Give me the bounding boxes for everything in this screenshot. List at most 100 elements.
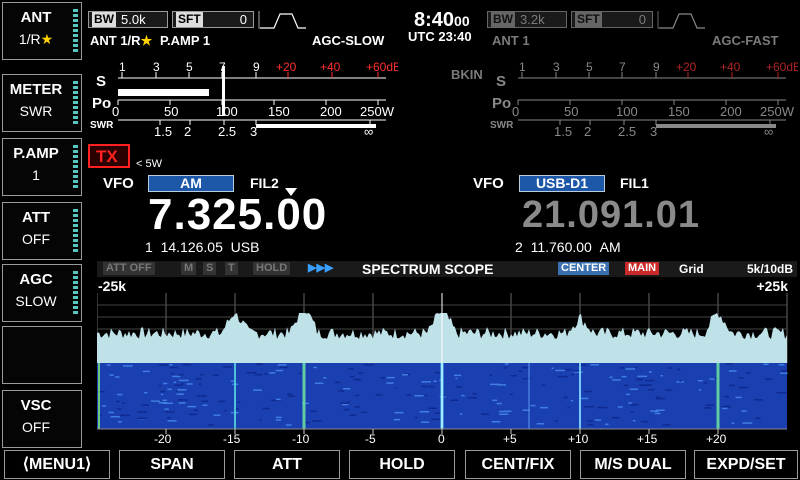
swr-tick-label: 1.5	[554, 124, 572, 139]
key-indicator-strip	[73, 209, 78, 253]
side-key-agc[interactable]: AGC SLOW	[2, 264, 82, 322]
waterfall-speck	[577, 364, 587, 366]
bottom-key-cent-fix[interactable]: CENT/FIX	[465, 450, 571, 479]
waterfall-speck	[167, 388, 172, 391]
waterfall-speck	[343, 388, 351, 390]
waterfall-speck	[253, 389, 262, 391]
side-key-pamp[interactable]: P.AMP 1	[2, 138, 82, 196]
waterfall-speck	[570, 399, 574, 402]
waterfall-speck	[262, 407, 270, 410]
waterfall-speck	[141, 404, 150, 406]
side-key-vsc[interactable]: VSC OFF	[2, 390, 82, 448]
waterfall-speck	[402, 374, 408, 376]
po-tick-label: 250W	[360, 104, 395, 119]
waterfall-speck	[630, 411, 634, 413]
waterfall-speck	[313, 366, 317, 369]
waterfall-speck	[489, 374, 493, 376]
bottom-key-att[interactable]: ATT	[234, 450, 340, 479]
spectrum-scope[interactable]: -20 -15 -10 -5 0 +5 +10 +15 +20	[97, 293, 797, 445]
main-agc-label: AGC-SLOW	[312, 33, 385, 48]
waterfall-speck	[510, 393, 513, 396]
waterfall-speck	[656, 396, 660, 398]
side-key-meter[interactable]: METER SWR	[2, 74, 82, 132]
po-meter-label: Po	[492, 95, 511, 112]
waterfall-speck	[637, 375, 648, 378]
waterfall-speck	[706, 404, 714, 406]
main-bw-box: BW 5.0k	[88, 11, 168, 28]
side-key-ant[interactable]: ANT 1/R★	[2, 2, 82, 60]
s-red-tick-label: +40	[320, 60, 341, 74]
po-tick-label: 200	[720, 104, 742, 119]
bottom-key-span[interactable]: SPAN	[119, 450, 225, 479]
side-key-value: OFF	[22, 231, 50, 247]
waterfall-speck	[431, 418, 442, 420]
waterfall-speck	[450, 399, 459, 401]
waterfall-speck	[459, 413, 463, 415]
s-red-tick-label: +60dB	[366, 60, 398, 74]
waterfall-speck	[173, 381, 177, 384]
s-tick-label: 1	[519, 60, 526, 74]
waterfall-speck	[424, 394, 428, 397]
waterfall-speck	[312, 420, 322, 422]
waterfall-speck	[587, 420, 593, 422]
waterfall-speck	[172, 375, 181, 378]
bottom-key-hold[interactable]: HOLD	[349, 450, 455, 479]
waterfall-speck	[704, 382, 707, 384]
waterfall-speck	[236, 408, 239, 410]
waterfall-speck	[223, 366, 233, 368]
waterfall-speck	[198, 383, 202, 385]
scope-left-edge: -25k	[98, 278, 127, 294]
s-tick-label: 5	[586, 60, 593, 74]
side-key-title: ATT	[21, 209, 51, 226]
waterfall-speck	[739, 377, 744, 379]
waterfall-speck	[375, 394, 383, 396]
waterfall-speck	[523, 378, 532, 380]
waterfall-speck	[503, 367, 508, 369]
waterfall-speck	[660, 375, 663, 377]
waterfall-speck	[213, 414, 221, 416]
waterfall-speck	[298, 372, 302, 375]
side-key-blank[interactable]	[2, 326, 82, 384]
bottom-key-ms-dual[interactable]: M/S DUAL	[580, 450, 686, 479]
waterfall-speck	[746, 372, 751, 374]
bw-label: BW	[92, 12, 116, 27]
star-icon: ★	[40, 31, 54, 47]
waterfall-speck	[276, 398, 281, 401]
waterfall-speck	[454, 374, 462, 377]
main-meter: S Po SWR 13579+20+40+60dB 05010015020025…	[90, 60, 398, 139]
scope-main-tag: MAIN	[625, 262, 660, 275]
bottom-key-expd-set[interactable]: EXPD/SET	[694, 450, 798, 479]
swr-tick-label: 2.5	[218, 124, 236, 139]
main-frequency[interactable]: 7.325.00	[148, 190, 327, 240]
waterfall-speck	[218, 400, 226, 403]
waterfall-speck	[539, 406, 549, 409]
key-indicator-strip	[73, 271, 78, 315]
waterfall-speck	[237, 401, 241, 403]
sft-value: 0	[638, 12, 646, 27]
waterfall-speck	[742, 422, 753, 424]
waterfall-speck	[323, 377, 327, 379]
waterfall-speck	[169, 366, 179, 369]
waterfall-speck	[142, 370, 150, 373]
waterfall-speck	[456, 386, 463, 388]
main-sft-box: SFT 0	[172, 11, 254, 28]
waterfall-speck	[612, 379, 621, 381]
bottom-key-menu[interactable]: ⟨MENU1⟩	[4, 450, 110, 479]
swr-range-bar	[256, 124, 376, 128]
po-tick-label: 200	[320, 104, 342, 119]
waterfall-speck	[461, 394, 465, 397]
waterfall-speck	[165, 411, 175, 413]
waterfall-speck	[109, 374, 114, 376]
waterfall-speck	[621, 375, 627, 378]
star-icon: ★	[140, 33, 153, 48]
waterfall-speck	[356, 378, 362, 381]
waterfall-speck	[639, 384, 649, 386]
waterfall-speck	[120, 414, 131, 417]
waterfall-speck	[765, 378, 773, 380]
waterfall-speck	[632, 420, 636, 422]
sub-frequency[interactable]: 21.091.01	[522, 190, 700, 240]
tx-indicator: TX	[88, 144, 130, 168]
waterfall-speck	[358, 372, 363, 374]
s-tick-label: 9	[653, 60, 660, 74]
side-key-att[interactable]: ATT OFF	[2, 202, 82, 260]
